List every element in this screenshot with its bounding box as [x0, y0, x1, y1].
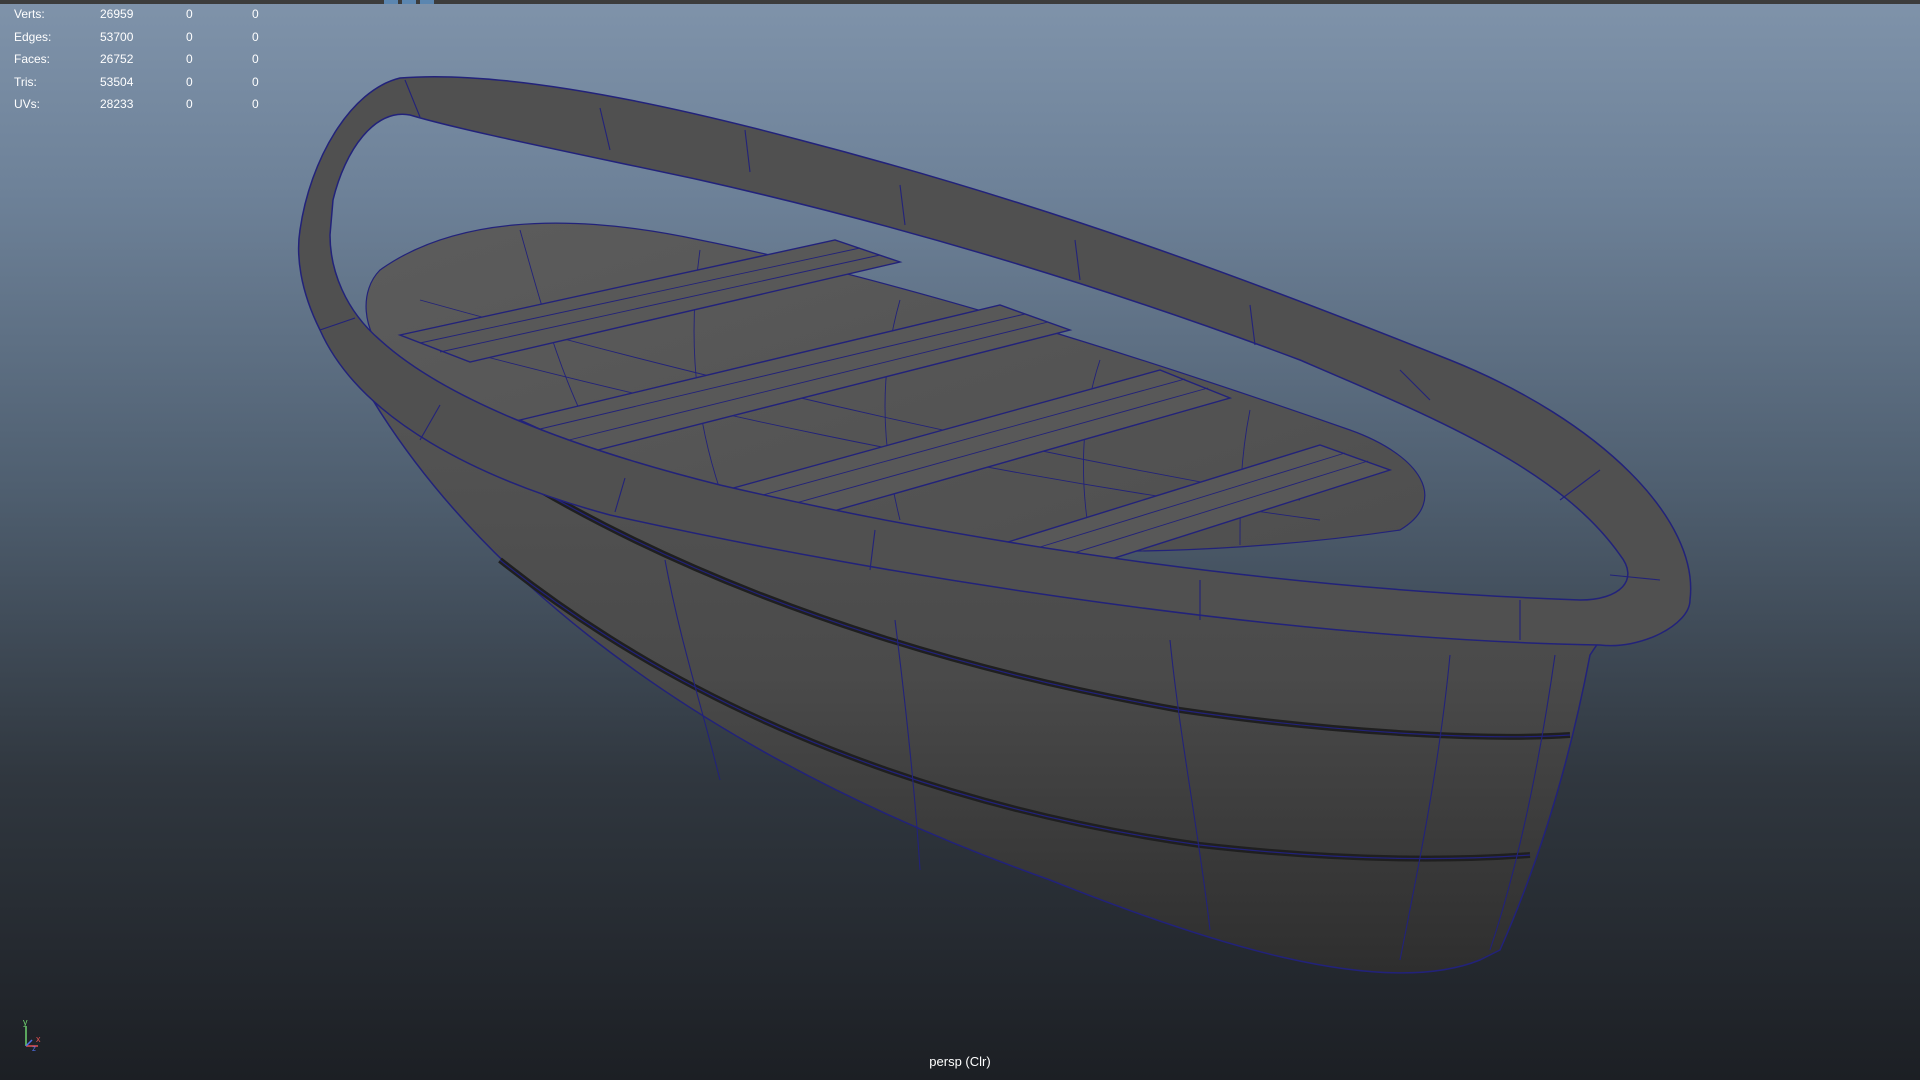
hud-row-verts: Verts: 26959 0 0 — [14, 3, 274, 26]
boat-mesh[interactable] — [0, 0, 1920, 1080]
hud-row-tris: Tris: 53504 0 0 — [14, 71, 274, 94]
hud-selected: 0 — [186, 29, 193, 44]
hud-total: 53504 — [100, 74, 134, 89]
hud-row-edges: Edges: 53700 0 0 — [14, 26, 274, 49]
hud-highlighted: 0 — [252, 52, 259, 66]
hud-total: 26959 — [100, 7, 134, 21]
hud-highlighted: 0 — [252, 7, 259, 21]
hud-highlighted: 0 — [252, 74, 259, 89]
hud-label: Tris: — [14, 74, 37, 89]
hud-total: 26752 — [100, 52, 134, 66]
hud-selected: 0 — [186, 74, 193, 89]
heads-up-display: Verts: 26959 0 0 Edges: 53700 0 0 Faces:… — [14, 3, 274, 116]
hud-row-faces: Faces: 26752 0 0 — [14, 48, 274, 71]
axis-z-label: z — [32, 1044, 36, 1052]
hud-label: Edges: — [14, 29, 52, 44]
hud-selected: 0 — [186, 97, 193, 111]
hud-total: 28233 — [100, 97, 134, 111]
hud-row-uvs: UVs: 28233 0 0 — [14, 93, 274, 116]
hud-label: UVs: — [14, 97, 41, 111]
axis-gizmo-icon: y x z — [23, 1018, 41, 1052]
hud-label: Verts: — [14, 7, 45, 21]
hud-highlighted: 0 — [252, 97, 259, 111]
hud-label: Faces: — [14, 52, 51, 66]
camera-name-label: persp (Clr) — [929, 1054, 991, 1069]
axis-x-label: x — [36, 1034, 41, 1044]
hud-selected: 0 — [186, 52, 193, 66]
3d-viewport[interactable]: Verts: 26959 0 0 Edges: 53700 0 0 Faces:… — [0, 0, 1920, 1080]
hud-total: 53700 — [100, 29, 134, 44]
hud-highlighted: 0 — [252, 29, 259, 44]
hud-selected: 0 — [186, 7, 193, 21]
axis-y-label: y — [23, 1018, 28, 1027]
